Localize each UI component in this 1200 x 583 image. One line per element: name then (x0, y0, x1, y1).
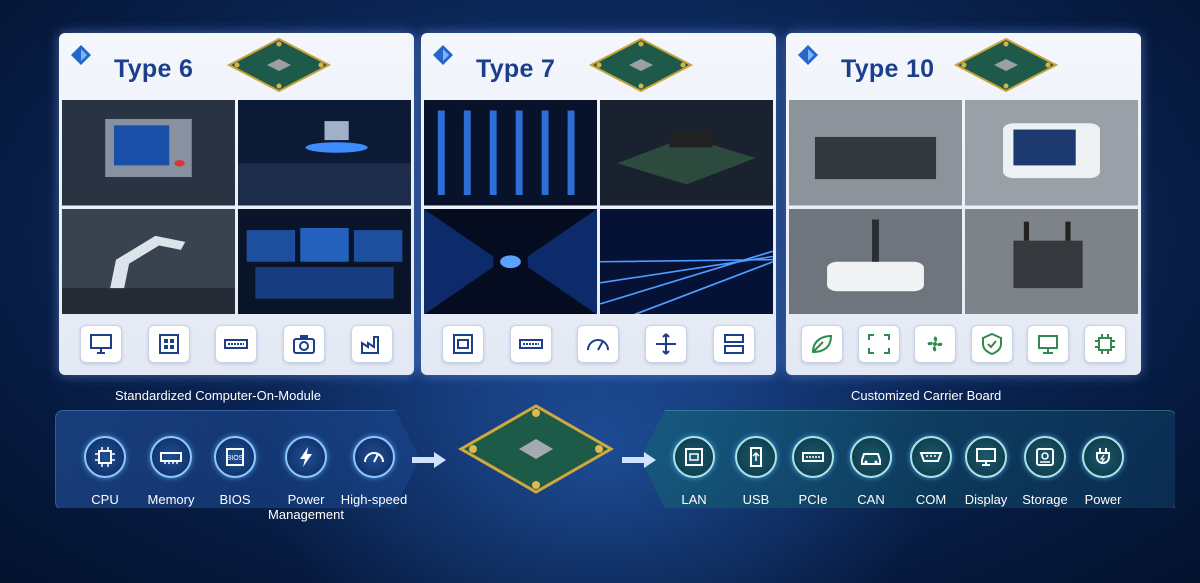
module-caption: Standardized Computer-On-Module (115, 388, 321, 403)
factory-icon[interactable] (351, 325, 394, 363)
fan-icon[interactable] (914, 325, 957, 363)
module-board-image (953, 37, 1059, 93)
ethernet-port-icon[interactable] (441, 325, 484, 363)
lightning-icon (300, 447, 312, 467)
feature-power: Power (1063, 436, 1143, 507)
bios-icon: BIOS (226, 448, 244, 466)
arrow-right-icon (622, 452, 656, 468)
box-pc-photo (789, 100, 962, 206)
embedded-board-photo (600, 100, 773, 206)
memory-icon (160, 452, 182, 464)
storage-icon (1036, 448, 1054, 466)
datacenter-aisle-photo (424, 208, 597, 314)
server-icon[interactable] (713, 325, 756, 363)
feature-high-speed: High-speed (334, 436, 414, 507)
card-title: Type 7 (476, 55, 556, 83)
pci-slot-icon[interactable] (509, 325, 552, 363)
type10-card: Type 10 (786, 33, 1141, 375)
server-rack-cables-photo (424, 100, 597, 206)
module-board-image (588, 37, 694, 93)
move-arrows-icon[interactable] (645, 325, 688, 363)
card-icon-row (59, 325, 414, 365)
pci-slot-icon[interactable] (215, 325, 258, 363)
card-header: Type 10 (786, 33, 1141, 99)
card-title: Type 6 (114, 55, 194, 83)
cpu-icon (95, 447, 115, 467)
type6-card: Type 6 (59, 33, 414, 375)
display-icon (976, 448, 996, 466)
leaf-icon[interactable] (801, 325, 844, 363)
wall-gateway-photo (965, 208, 1138, 314)
monitoring-screens-photo (238, 208, 411, 314)
serial-port-icon (919, 452, 943, 462)
brand-logo-icon (433, 45, 453, 65)
type7-card: Type 7 (421, 33, 776, 375)
camera-icon[interactable] (283, 325, 326, 363)
pcie-icon (802, 452, 824, 462)
feature-label: High-speed (340, 492, 408, 507)
speed-gauge-icon[interactable] (577, 325, 620, 363)
card-icon-row (421, 325, 776, 365)
expand-icon[interactable] (857, 325, 900, 363)
light-streaks-photo (600, 208, 773, 314)
monitor-icon[interactable] (79, 325, 122, 363)
card-title: Type 10 (841, 55, 935, 83)
speedometer-icon (364, 452, 384, 463)
shield-check-icon[interactable] (970, 325, 1013, 363)
card-icon-row (786, 325, 1141, 365)
module-board-image (226, 37, 332, 93)
display-stand-icon[interactable] (1027, 325, 1070, 363)
industrial-panel-photo (62, 100, 235, 206)
card-header: Type 6 (59, 33, 414, 99)
machine-vision-photo (238, 100, 411, 206)
arrow-right-icon (412, 452, 446, 468)
brand-logo-icon (71, 45, 91, 65)
brand-logo-icon (798, 45, 818, 65)
feature-bios: BIOS BIOS (195, 436, 275, 507)
card-header: Type 7 (421, 33, 776, 99)
chip-icon[interactable] (1083, 325, 1126, 363)
bios-chip-text: BIOS (227, 455, 244, 462)
car-icon (861, 453, 881, 465)
feature-label: BIOS (219, 492, 251, 507)
robot-arm-factory-photo (62, 208, 235, 314)
feature-label: Power (1084, 492, 1122, 507)
network-switch-icon[interactable] (147, 325, 190, 363)
power-plug-icon (1096, 448, 1110, 465)
carrier-caption: Customized Carrier Board (851, 388, 1002, 403)
lan-icon (685, 448, 703, 466)
medical-monitor-photo (965, 100, 1138, 206)
usb-icon (750, 447, 762, 467)
com-module-chip-image (457, 404, 615, 494)
agv-robot-photo (789, 208, 962, 314)
